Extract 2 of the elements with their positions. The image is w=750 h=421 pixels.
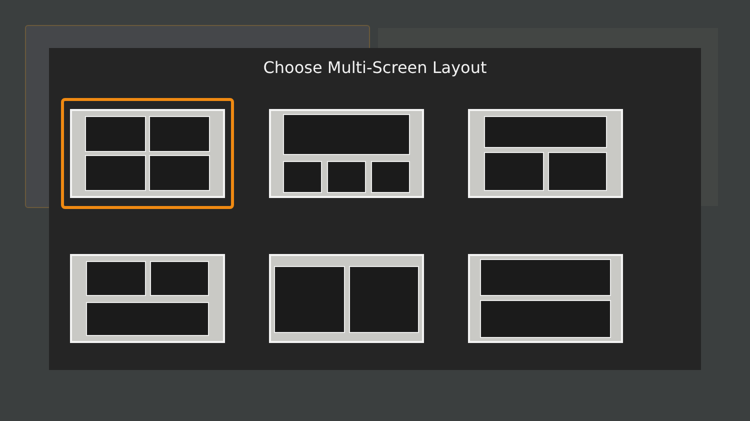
dialog-title: Choose Multi-Screen Layout bbox=[262, 58, 488, 78]
layout-option[interactable] bbox=[61, 98, 234, 209]
